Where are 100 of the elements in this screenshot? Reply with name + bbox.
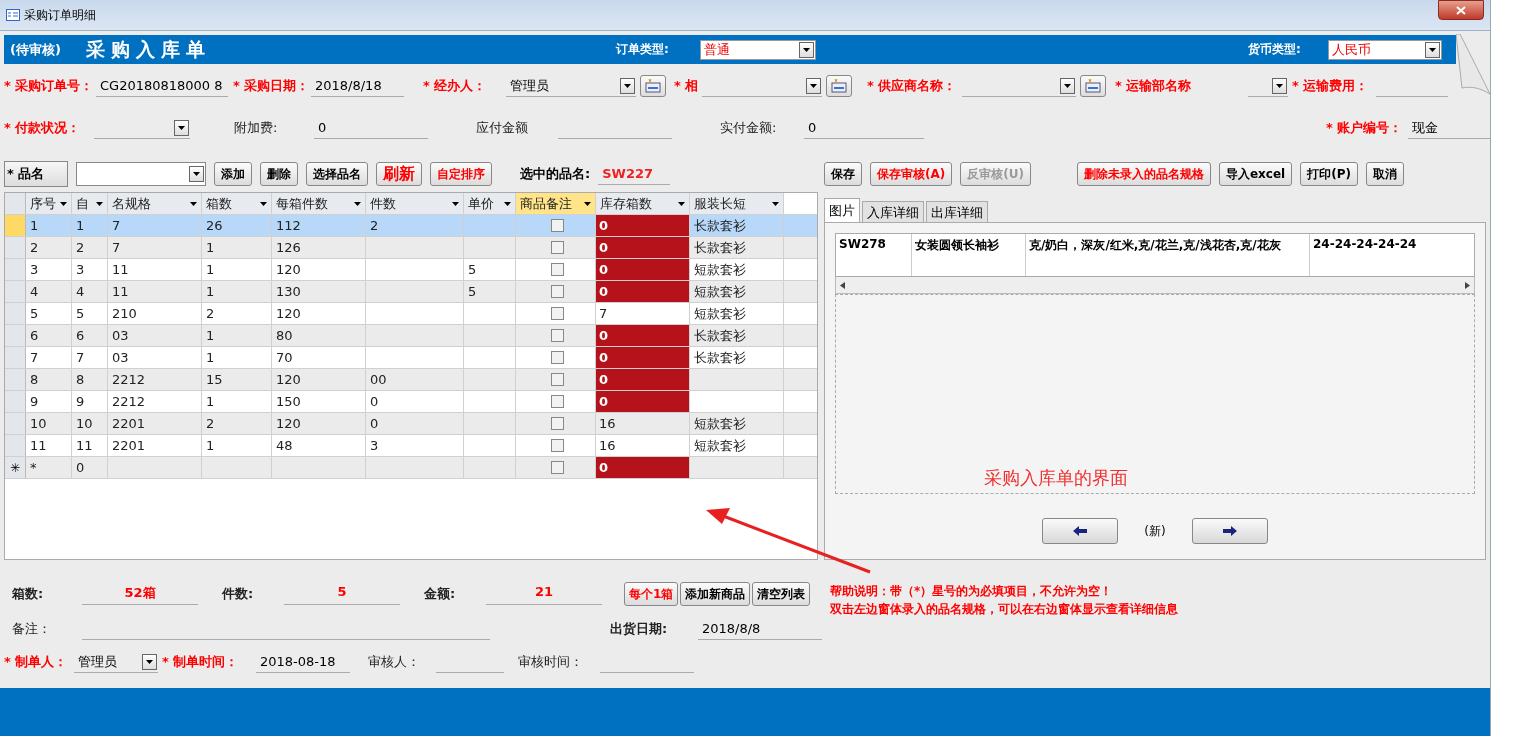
action-button[interactable]: 添加新商品 [680,582,751,606]
action-button[interactable]: 导入excel [1219,162,1293,186]
combo-field[interactable]: 管理员 [74,651,158,673]
tab[interactable]: 出库详细 [926,201,988,222]
grid-row[interactable]: 5 5 210 2 120 7 短款套衫 [5,303,817,325]
selected-item-value: SW227 [598,163,671,185]
column-header[interactable]: 单价 [464,193,516,214]
table-cell: SW278 [836,234,912,276]
action-button[interactable]: 保存 [824,162,862,186]
grid-row[interactable]: 9 9 2212 1 150 0 0 [5,391,817,413]
toolbar-button[interactable]: 删除 [260,162,298,186]
table-cell: 130 [272,281,366,302]
toolbar-button[interactable]: 添加 [214,162,252,186]
checkbox[interactable] [551,263,564,276]
tab[interactable]: 入库详细 [862,201,924,222]
checkbox[interactable] [551,395,564,408]
table-cell: 11 [72,435,108,456]
stock-cell: 0 [596,281,690,302]
grid-row[interactable]: 10 10 2201 2 120 0 16 短款套衫 [5,413,817,435]
grid-row[interactable]: 3 3 11 1 120 5 0 短款套衫 [5,259,817,281]
checkbox[interactable] [551,285,564,298]
table-cell: 8 [26,369,72,390]
table-cell: 210 [108,303,202,324]
action-button[interactable]: 取消 [1366,162,1404,186]
checkbox[interactable] [551,307,564,320]
combo-field[interactable]: 管理员 [506,75,636,97]
action-button[interactable]: 打印(P) [1300,162,1358,186]
table-cell: 126 [272,237,366,258]
column-header[interactable]: 库存箱数 [596,193,690,214]
table-cell: 2 [26,237,72,258]
column-header[interactable]: 自 [72,193,108,214]
scroll-right-icon[interactable] [1465,281,1470,289]
checkbox[interactable] [551,417,564,430]
grid-row[interactable]: 6 6 03 1 80 0 长款套衫 [5,325,817,347]
dropdown-arrow-icon [452,201,459,206]
column-header[interactable]: 件数 [366,193,464,214]
combo-field[interactable]: 现金 [1408,117,1490,139]
combo-field[interactable] [702,75,822,97]
table-cell: 2201 [108,435,202,456]
order-type-combo[interactable]: 普通 [700,39,816,60]
combo-field[interactable] [94,117,190,139]
checkbox[interactable] [551,241,564,254]
stock-cell: 16 [596,435,690,456]
field-label: 应付金额 [476,119,529,137]
grid-row[interactable]: 11 11 2201 1 48 3 16 短款套衫 [5,435,817,457]
combo-field[interactable] [962,75,1076,97]
toolbar-button[interactable]: 选择品名 [306,162,368,186]
add-button[interactable] [826,75,852,97]
currency-combo[interactable]: 人民币 [1328,39,1442,60]
total-value: 5 [284,583,400,605]
column-header[interactable]: 序号 [26,193,72,214]
close-button[interactable] [1438,0,1484,20]
add-button[interactable] [1080,75,1106,97]
add-button[interactable] [640,75,666,97]
horizontal-scrollbar[interactable] [835,277,1475,294]
grid-row[interactable]: 2 2 7 1 126 0 长款套衫 [5,237,817,259]
table-cell: 2212 [108,369,202,390]
table-cell: 1 [202,259,272,280]
checkbox[interactable] [551,461,564,474]
dropdown-arrow-icon [624,83,631,88]
new-record-marker[interactable]: ✳ [5,457,26,478]
checkbox[interactable] [551,329,564,342]
input-field[interactable]: 0 [314,117,428,139]
grid-row[interactable]: 8 8 2212 15 120 00 0 [5,369,817,391]
scroll-left-icon[interactable] [840,281,845,289]
table-cell: 5 [72,303,108,324]
table-cell: 120 [272,369,366,390]
table-cell: 48 [272,435,366,456]
input-field[interactable]: CG20180818000 8 [96,75,228,97]
checkbox[interactable] [551,219,564,232]
new-record-icon [645,79,661,93]
checkbox[interactable] [551,439,564,452]
table-cell: 短款套衫 [690,303,784,324]
field-label: * 制单人： [4,653,69,671]
column-header[interactable]: 服装长短 [690,193,784,214]
input-field[interactable]: 2018/8/18 [311,75,404,97]
column-header[interactable]: 名规格 [108,193,202,214]
field-label: * 采购日期： [233,77,311,95]
item-name-combo[interactable] [76,162,206,186]
table-cell: 8 [72,369,108,390]
column-header[interactable]: 箱数 [202,193,272,214]
grid-row[interactable]: 4 4 11 1 130 5 0 短款套衫 [5,281,817,303]
column-header[interactable]: 每箱件数 [272,193,366,214]
new-record-icon [1085,79,1101,93]
table-cell: 2212 [108,391,202,412]
dropdown-arrow-icon [1429,47,1436,52]
tab[interactable]: 图片 [824,198,860,222]
previous-button[interactable] [1042,518,1119,544]
input-field[interactable]: 0 [804,117,924,139]
next-button[interactable] [1191,518,1268,544]
ship-date-field[interactable]: 2018/8/8 [698,618,822,640]
grid-row[interactable]: 7 7 03 1 70 0 长款套衫 [5,347,817,369]
combo-field[interactable] [1248,75,1288,97]
grid-row[interactable]: 1 1 7 26 112 2 0 长款套衫 [5,215,817,237]
checkbox[interactable] [551,351,564,364]
checkbox[interactable] [551,373,564,386]
field-label: 附加费: [234,119,279,137]
input-field[interactable]: 2018-08-18 [256,651,350,673]
column-header[interactable]: 商品备注 [516,193,596,214]
action-button[interactable]: 清空列表 [752,582,811,606]
